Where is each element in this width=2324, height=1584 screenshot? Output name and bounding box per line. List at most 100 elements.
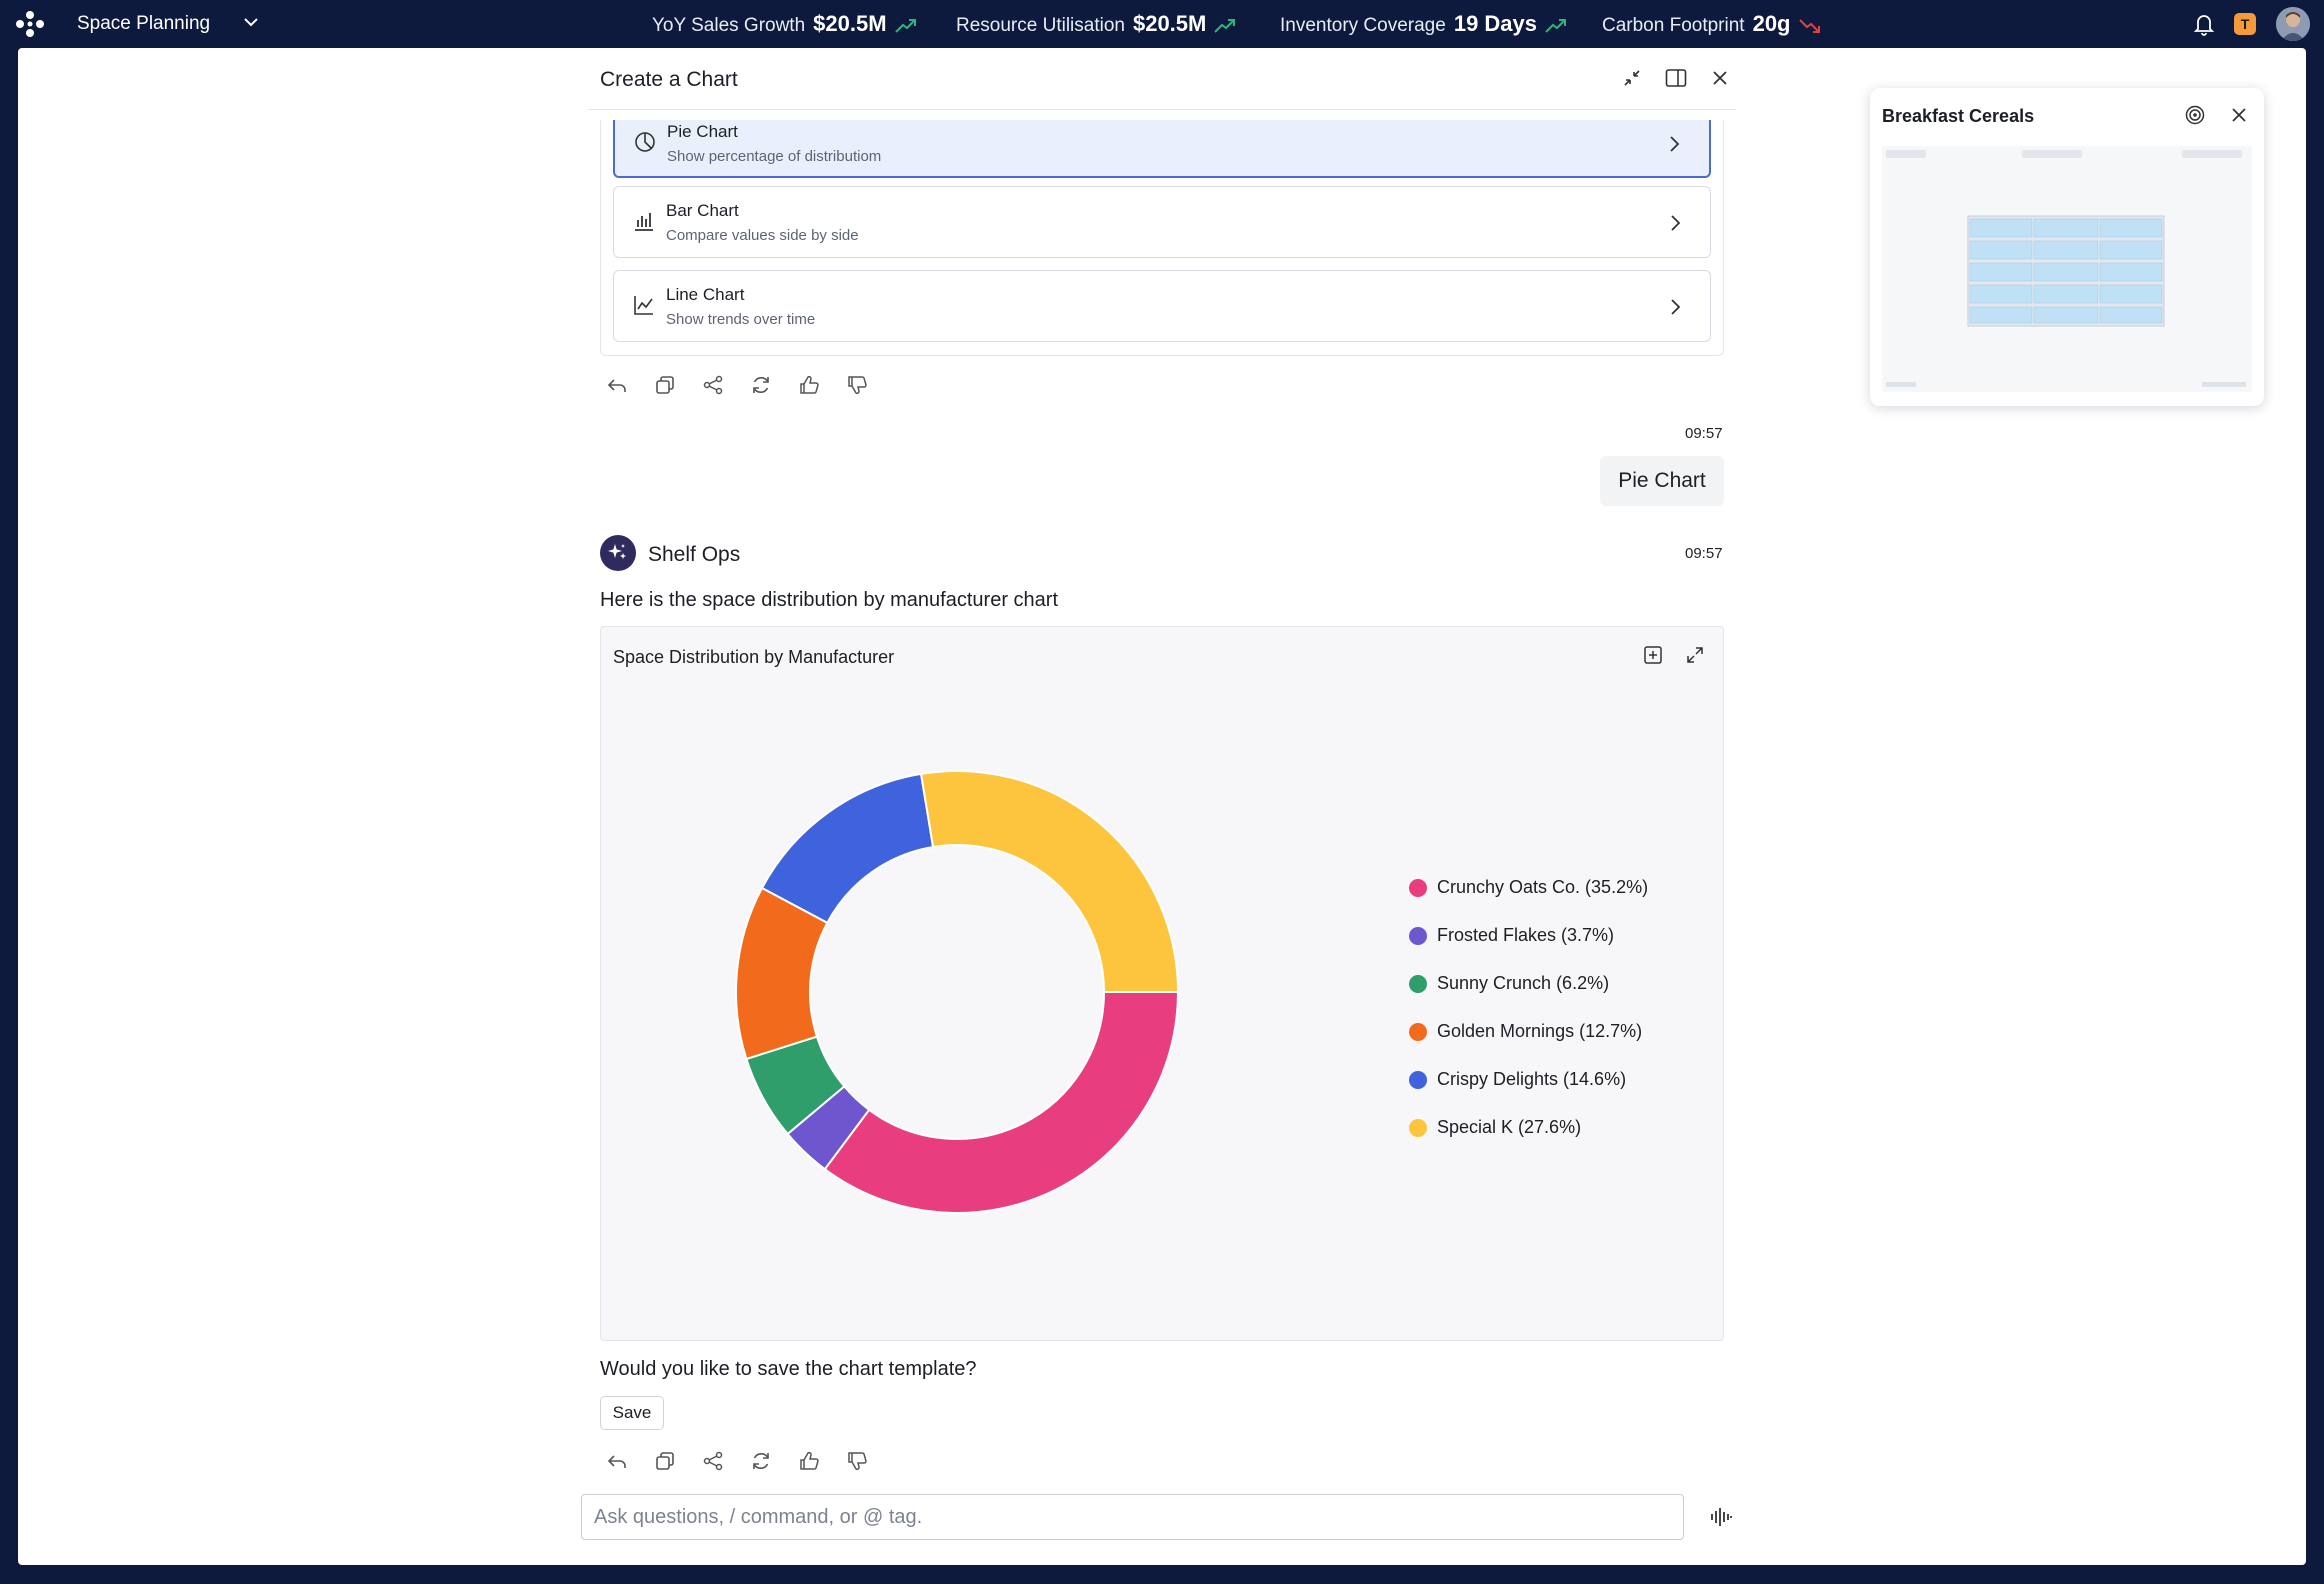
collapse-button[interactable] [1620,66,1644,90]
user-message-bubble: Pie Chart [1600,456,1724,506]
option-subtitle: Show percentage of distributiom [667,148,882,165]
legend-label: Crispy Delights (14.6%) [1437,1069,1627,1089]
option-title: Pie Chart [667,122,738,141]
bot-name: Shelf Ops [648,543,741,566]
legend-item[interactable]: Golden Mornings (12.7%) [1409,1021,1642,1042]
save-template-question: Would you like to save the chart templat… [600,1358,977,1380]
close-icon [1713,71,1727,85]
chevron-right-icon [1671,299,1681,315]
app-switcher-label[interactable]: Space Planning [77,13,210,35]
bell-icon[interactable] [2193,12,2215,36]
pie-slice[interactable] [823,991,1180,1214]
bot-avatar [600,535,636,571]
voice-input-icon[interactable] [1709,1505,1733,1529]
metric-value: $20.5M [813,11,887,36]
legend-item[interactable]: Sunny Crunch (6.2%) [1409,973,1609,994]
user-initial-badge[interactable]: T [2234,13,2256,35]
legend-swatch [1409,926,1427,945]
target-icon[interactable] [2184,104,2206,126]
chevron-right-icon [1670,136,1680,152]
metric-label: Carbon Footprint [1602,15,1745,36]
legend-label: Special K (27.6%) [1437,1117,1582,1137]
legend-swatch [1409,878,1427,897]
chart-type-options: Pie Chart Show percentage of distributio… [600,120,1724,356]
bar-chart-icon [635,213,653,231]
top-nav-bar: Space Planning YoY Sales Growth $20.5M R… [0,0,2324,48]
chart-card: Space Distribution by Manufacturer Crunc… [600,626,1724,1341]
legend-swatch [1409,1118,1427,1137]
legend-item[interactable]: Crunchy Oats Co. (35.2%) [1409,877,1648,898]
chevron-right-icon [1671,215,1681,231]
trend-down-icon [1798,19,1820,33]
collapse-icon [1624,70,1640,86]
legend-item[interactable]: Special K (27.6%) [1409,1117,1581,1138]
save-button[interactable]: Save [600,1396,664,1430]
message-actions [606,374,868,396]
legend-label: Crunchy Oats Co. (35.2%) [1437,877,1649,897]
panel-title: Create a Chart [600,68,738,91]
regenerate-icon[interactable] [750,1450,772,1472]
option-title: Line Chart [666,285,745,304]
share-icon[interactable] [702,1450,724,1472]
copy-icon[interactable] [654,1450,676,1472]
panel-divider [588,109,1736,110]
close-panel-button[interactable] [1708,66,1732,90]
share-icon[interactable] [702,374,724,396]
bot-message-timestamp: 09:57 [1685,545,1723,562]
pie-chart-icon [635,132,655,152]
legend-swatch [1409,1022,1427,1041]
regenerate-icon[interactable] [750,374,772,396]
metric-value: 20g [1752,11,1791,36]
message-actions [606,1450,868,1472]
thumbs-up-icon[interactable] [798,1450,820,1472]
line-chart-icon [634,296,653,315]
option-line-chart[interactable]: Line Chart Show trends over time [613,270,1711,342]
metric-resource-utilisation[interactable]: Resource Utilisation $20.5M [956,11,1236,37]
panel-toolbar [1620,66,1732,90]
trend-up-icon [1545,19,1567,33]
user-message-timestamp: 09:57 [1685,425,1723,442]
close-icon[interactable] [2228,104,2250,126]
legend-label: Sunny Crunch (6.2%) [1437,973,1610,993]
app-logo-icon[interactable] [14,9,46,39]
legend-swatch [1409,974,1427,993]
metric-value: $20.5M [1132,11,1207,36]
option-bar-chart[interactable]: Bar Chart Compare values side by side [613,186,1711,258]
copy-icon[interactable] [654,374,676,396]
legend-item[interactable]: Frosted Flakes (3.7%) [1409,925,1614,946]
legend-item[interactable]: Crispy Delights (14.6%) [1409,1069,1626,1090]
bot-message-text: Here is the space distribution by manufa… [600,589,1058,611]
pie-slice[interactable] [760,772,935,925]
chat-input[interactable] [581,1494,1684,1540]
thumbnail-toolbar [2184,104,2250,126]
reply-icon[interactable] [606,1450,628,1472]
metric-label: Resource Utilisation [956,15,1125,36]
planogram-thumbnail-card[interactable]: Breakfast Cereals [1870,88,2264,406]
sparkle-icon [608,544,626,559]
metric-inventory-coverage[interactable]: Inventory Coverage 19 Days [1280,11,1567,37]
option-subtitle: Show trends over time [666,311,816,328]
thumbnail-title: Breakfast Cereals [1882,106,2035,126]
planogram-preview [1882,146,2252,392]
metric-label: YoY Sales Growth [652,15,806,36]
thumbs-down-icon[interactable] [846,374,868,396]
thumbs-up-icon[interactable] [798,374,820,396]
metric-yoy-sales-growth[interactable]: YoY Sales Growth $20.5M [652,11,917,37]
thumbs-down-icon[interactable] [846,1450,868,1472]
pie-slice[interactable] [919,770,1180,993]
trend-up-icon [894,19,916,33]
toggle-sidebar-button[interactable] [1664,66,1688,90]
legend-label: Golden Mornings (12.7%) [1437,1021,1643,1041]
metric-carbon-footprint[interactable]: Carbon Footprint 20g [1602,11,1821,37]
avatar[interactable] [2276,7,2310,41]
reply-icon[interactable] [606,374,628,396]
option-subtitle: Compare values side by side [666,227,859,244]
sidebar-panel-icon [1665,69,1687,87]
option-title: Bar Chart [666,201,739,220]
legend-label: Frosted Flakes (3.7%) [1437,925,1615,945]
metric-label: Inventory Coverage [1280,15,1446,36]
chevron-down-icon[interactable] [242,15,260,29]
trend-up-icon [1214,19,1236,33]
metric-value: 19 Days [1453,11,1538,36]
option-pie-chart[interactable]: Pie Chart Show percentage of distributio… [613,120,1711,178]
